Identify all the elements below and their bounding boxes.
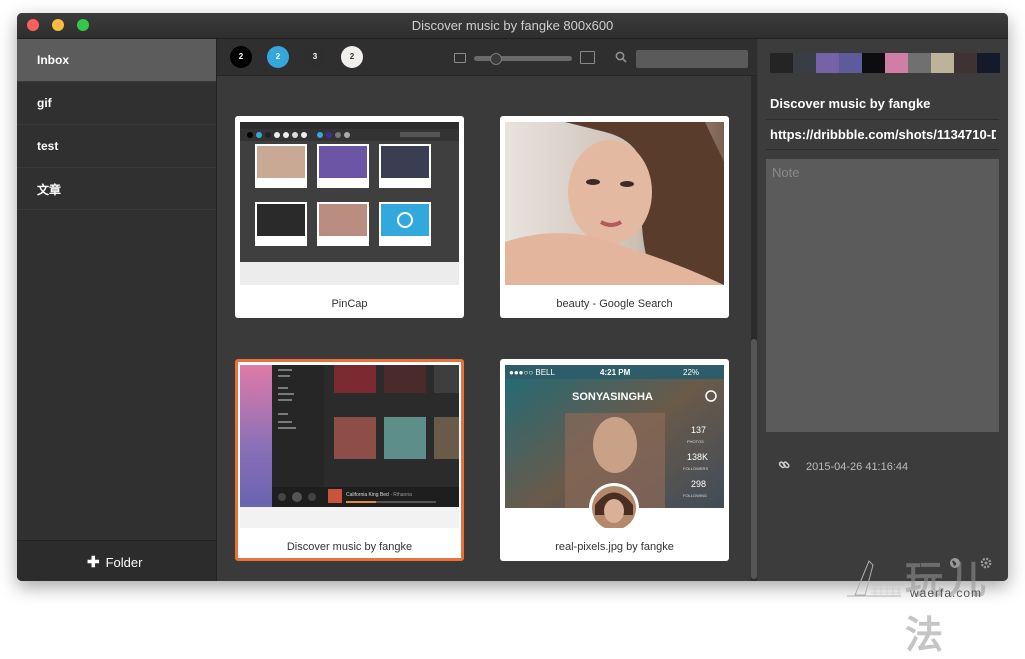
link-icon[interactable] — [778, 459, 790, 471]
palette-swatch[interactable] — [908, 53, 931, 73]
phone-battery-text: 22% — [683, 368, 699, 377]
sidebar: Inbox gif test 文章 ✚ Folder — [17, 39, 217, 581]
details-panel: Discover music by fangke https://dribbbl… — [758, 39, 1008, 581]
add-folder-button[interactable]: ✚ Folder — [87, 553, 142, 571]
sidebar-item-articles[interactable]: 文章 — [17, 167, 216, 210]
palette-swatch[interactable] — [931, 53, 954, 73]
portrait-photo-image — [505, 122, 724, 285]
title-bar: Discover music by fangke 800x600 — [17, 13, 1008, 39]
card-caption: PinCap — [331, 298, 368, 310]
bookmark-card-beauty[interactable]: beauty - Google Search — [500, 116, 729, 318]
app-window: Discover music by fangke 800x600 Inbox g… — [17, 13, 1008, 581]
phone-stat-value: 298 — [691, 479, 706, 489]
phone-stat-label: FOLLOWERS — [683, 466, 708, 471]
phone-stat-value: 138K — [687, 452, 708, 462]
plus-icon: ✚ — [87, 554, 100, 571]
search-input[interactable] — [636, 50, 748, 68]
palette-swatch[interactable] — [954, 53, 977, 73]
sidebar-item-label: gif — [37, 96, 52, 110]
app-screenshot-image — [240, 122, 459, 285]
scrollbar-thumb[interactable] — [751, 339, 757, 579]
note-input[interactable] — [766, 159, 999, 432]
now-playing-text: California King Bed · Rihanna — [346, 492, 412, 498]
sidebar-item-test[interactable]: test — [17, 125, 216, 168]
watermark-logo-icon — [847, 560, 901, 597]
phone-stat-value: 137 — [691, 425, 706, 435]
toolbar: 2 2 3 2 — [217, 39, 757, 76]
color-filter-white[interactable]: 2 — [341, 46, 363, 68]
sidebar-item-label: 文章 — [37, 183, 62, 197]
main-area: 2 2 3 2 PinCap beauty - Google Search Ca… — [217, 39, 757, 581]
palette-swatch[interactable] — [839, 53, 862, 73]
sidebar-item-inbox[interactable]: Inbox — [17, 39, 216, 82]
card-thumbnail: California King Bed · Rihanna — [240, 365, 459, 528]
card-thumbnail: ●●●○○ BELL 4:21 PM 22% SONYASINGHA 137 P… — [505, 365, 724, 528]
palette-swatch[interactable] — [885, 53, 908, 73]
detail-url[interactable]: https://dribbble.com/shots/1134710-Disco… — [770, 127, 996, 142]
profile-screen-image: ●●●○○ BELL 4:21 PM 22% SONYASINGHA 137 P… — [505, 365, 724, 528]
phone-stat-label: PHOTOS — [687, 439, 704, 444]
music-app-screenshot-image: California King Bed · Rihanna — [240, 365, 459, 528]
card-thumbnail — [505, 122, 724, 285]
divider — [766, 119, 999, 120]
detail-title[interactable]: Discover music by fangke — [770, 96, 930, 111]
palette-swatch[interactable] — [816, 53, 839, 73]
card-thumbnail — [240, 122, 459, 285]
small-image-icon[interactable] — [454, 53, 466, 63]
card-caption: beauty - Google Search — [556, 298, 673, 310]
palette-swatch[interactable] — [793, 53, 816, 73]
large-image-icon[interactable] — [580, 51, 595, 64]
palette-swatch[interactable] — [977, 53, 1000, 73]
phone-time-text: 4:21 PM — [600, 368, 631, 377]
sidebar-item-label: test — [37, 139, 59, 153]
sidebar-item-gif[interactable]: gif — [17, 82, 216, 125]
search-icon[interactable] — [615, 51, 627, 63]
palette-swatch[interactable] — [770, 53, 793, 73]
watermark-url: waerfa.com — [910, 586, 983, 600]
palette-swatch[interactable] — [862, 53, 885, 73]
zoom-slider-handle[interactable] — [490, 53, 502, 65]
phone-carrier-text: ●●●○○ BELL — [509, 368, 556, 377]
created-date: 2015-04-26 41:16:44 — [806, 461, 909, 473]
phone-profile-name: SONYASINGHA — [572, 391, 653, 403]
bookmark-card-pincap[interactable]: PinCap — [235, 116, 464, 318]
phone-stat-label: FOLLOWING — [683, 493, 707, 498]
window-title: Discover music by fangke 800x600 — [411, 18, 614, 33]
color-filter-blue[interactable]: 2 — [267, 46, 289, 68]
color-filter-black[interactable]: 2 — [230, 46, 252, 68]
folder-bar: ✚ Folder — [17, 540, 216, 581]
add-folder-label: Folder — [105, 555, 143, 570]
zoom-slider[interactable] — [474, 56, 572, 61]
color-filter-dark[interactable]: 3 — [304, 46, 326, 68]
watermark-brand: 玩儿法 — [905, 557, 992, 657]
card-caption: real-pixels.jpg by fangke — [555, 541, 674, 553]
bookmark-card-discover-music[interactable]: California King Bed · Rihanna Discover m… — [235, 359, 464, 561]
bookmark-card-real-pixels[interactable]: ●●●○○ BELL 4:21 PM 22% SONYASINGHA 137 P… — [500, 359, 729, 561]
watermark: 玩儿法 waerfa.com — [845, 545, 1020, 657]
divider — [766, 149, 999, 150]
card-caption: Discover music by fangke — [286, 541, 413, 553]
sidebar-item-label: Inbox — [37, 53, 69, 67]
